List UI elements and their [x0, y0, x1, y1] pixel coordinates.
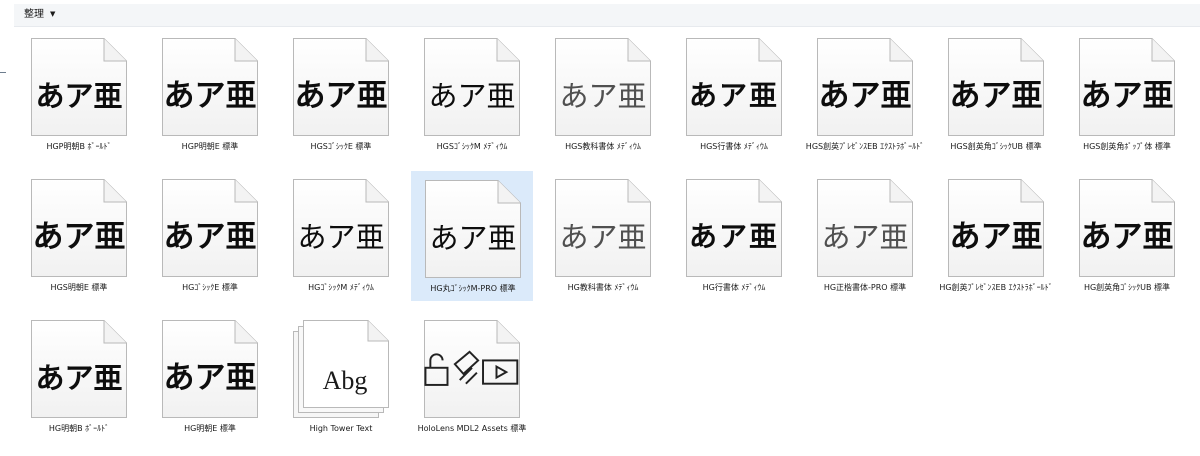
font-preview-thumbnail: あア亜 — [161, 178, 259, 278]
font-file-tile[interactable]: あア亜 HG行書体 ﾒﾃﾞｨｳﾑ — [673, 171, 795, 301]
font-sample-text: あア亜 — [294, 78, 388, 114]
font-sample-text: あア亜 — [821, 220, 909, 254]
font-file-tile[interactable]: あア亜 HGS行書体 ﾒﾃﾞｨｳﾑ — [673, 30, 795, 160]
font-file-tile[interactable]: あア亜 HGS明朝E 標準 — [18, 171, 140, 301]
font-file-name: HGS創英角ｺﾞｼｯｸUB 標準 — [950, 142, 1042, 151]
font-file-name: HGSｺﾞｼｯｸE 標準 — [310, 142, 372, 151]
font-sample-text: あア亜 — [688, 220, 779, 253]
font-file-name: HG明朝E 標準 — [184, 424, 236, 433]
font-file-tile[interactable]: あア亜 HGSｺﾞｼｯｸE 標準 — [280, 30, 402, 160]
font-file-tile[interactable]: HoloLens MDL2 Assets 標準 — [411, 312, 533, 442]
font-sample-text: あア亜 — [35, 79, 123, 113]
font-file-tile[interactable]: あア亜 HG創英ﾌﾟﾚｾﾞﾝｽEB ｴｸｽﾄﾗﾎﾞｰﾙﾄﾞ — [935, 171, 1057, 301]
font-preview-thumbnail: Abg — [292, 319, 390, 419]
font-file-tile[interactable]: あア亜 HG正楷書体-PRO 標準 — [804, 171, 926, 301]
font-file-name: HoloLens MDL2 Assets 標準 — [417, 424, 527, 433]
font-file-name: HGSｺﾞｼｯｸM ﾒﾃﾞｨｳﾑ — [436, 142, 508, 151]
font-preview-thumbnail: あア亜 — [30, 178, 128, 278]
organize-button[interactable]: 整理 ▼ — [24, 4, 55, 26]
font-sample-text: あア亜 — [35, 361, 123, 395]
font-file-tile[interactable]: あア亜 HGｺﾞｼｯｸM ﾒﾃﾞｨｳﾑ — [280, 171, 402, 301]
font-file-tile[interactable]: あア亜 HG明朝E 標準 — [149, 312, 271, 442]
font-sample-text: あア亜 — [429, 221, 517, 255]
font-preview-thumbnail: あア亜 — [161, 37, 259, 137]
font-file-name: HGS教科書体 ﾒﾃﾞｨｳﾑ — [565, 142, 641, 151]
font-preview-thumbnail: あア亜 — [816, 37, 914, 137]
font-sample-text: あア亜 — [818, 78, 912, 114]
font-file-name: HG創英ﾌﾟﾚｾﾞﾝｽEB ｴｸｽﾄﾗﾎﾞｰﾙﾄﾞ — [939, 283, 1053, 292]
command-bar: 整理 ▼ — [14, 4, 1200, 27]
font-preview-thumbnail — [423, 319, 521, 419]
chevron-down-icon: ▼ — [50, 10, 56, 18]
font-file-tile[interactable]: あア亜 HGP明朝E 標準 — [149, 30, 271, 160]
font-preview-thumbnail: あア亜 — [554, 37, 652, 137]
font-sample-text: あア亜 — [163, 219, 257, 255]
font-file-name: High Tower Text — [309, 424, 373, 433]
font-sample-text: あア亜 — [1080, 219, 1174, 255]
font-file-tile[interactable]: あア亜 HGS創英ﾌﾟﾚｾﾞﾝｽEB ｴｸｽﾄﾗﾎﾞｰﾙﾄﾞ — [804, 30, 926, 160]
font-preview-thumbnail: あア亜 — [30, 37, 128, 137]
font-file-tile[interactable]: あア亜 HG明朝B ﾎﾞｰﾙﾄﾞ — [18, 312, 140, 442]
font-preview-thumbnail: あア亜 — [1078, 178, 1176, 278]
font-preview-thumbnail: あア亜 — [554, 178, 652, 278]
font-file-tile[interactable]: あア亜 HGS創英角ｺﾞｼｯｸUB 標準 — [935, 30, 1057, 160]
font-file-name: HGS行書体 ﾒﾃﾞｨｳﾑ — [700, 142, 768, 151]
font-preview-thumbnail: あア亜 — [424, 179, 522, 279]
font-file-name: HGS創英角ﾎﾟｯﾌﾟ体 標準 — [1083, 142, 1171, 151]
font-sample-text: あア亜 — [949, 219, 1043, 255]
font-sample-text: あア亜 — [163, 78, 257, 114]
font-preview-thumbnail: あア亜 — [292, 178, 390, 278]
font-preview-thumbnail: あア亜 — [947, 37, 1045, 137]
font-file-name: HGｺﾞｼｯｸM ﾒﾃﾞｨｳﾑ — [308, 283, 374, 292]
font-sample-text: あア亜 — [32, 219, 126, 255]
font-sample-text: あア亜 — [428, 79, 516, 113]
font-file-name: HG教科書体 ﾒﾃﾞｨｳﾑ — [567, 283, 639, 292]
font-sample-text: あア亜 — [1080, 78, 1174, 114]
font-preview-thumbnail: あア亜 — [161, 319, 259, 419]
font-file-tile[interactable]: あア亜 HG丸ｺﾞｼｯｸM-PRO 標準 — [411, 171, 533, 301]
font-sample-text: あア亜 — [559, 220, 647, 254]
font-preview-thumbnail: あア亜 — [947, 178, 1045, 278]
font-file-name: HGP明朝B ﾎﾞｰﾙﾄﾞ — [46, 142, 112, 151]
font-file-name: HG丸ｺﾞｼｯｸM-PRO 標準 — [430, 284, 516, 293]
font-file-tile[interactable]: あア亜 HGS創英角ﾎﾟｯﾌﾟ体 標準 — [1066, 30, 1188, 160]
font-file-tile[interactable]: あア亜 HG創英角ｺﾞｼｯｸUB 標準 — [1066, 171, 1188, 301]
font-sample-text: あア亜 — [559, 79, 647, 113]
hololens-mdl2-glyphs-icon — [424, 350, 519, 386]
font-file-tile[interactable]: あア亜 HG教科書体 ﾒﾃﾞｨｳﾑ — [542, 171, 664, 301]
font-preview-thumbnail: あア亜 — [685, 178, 783, 278]
font-preview-thumbnail: あア亜 — [423, 37, 521, 137]
font-preview-thumbnail: あア亜 — [1078, 37, 1176, 137]
font-file-name: HGS明朝E 標準 — [50, 283, 108, 292]
font-file-tile[interactable]: あア亜 HGSｺﾞｼｯｸM ﾒﾃﾞｨｳﾑ — [411, 30, 533, 160]
font-sample-text: あア亜 — [949, 78, 1043, 114]
font-sample-text: あア亜 — [163, 360, 257, 396]
font-sample-text: Abg — [322, 366, 368, 395]
font-file-tile[interactable]: あア亜 HGｺﾞｼｯｸE 標準 — [149, 171, 271, 301]
font-preview-thumbnail: あア亜 — [685, 37, 783, 137]
font-file-tile[interactable]: あア亜 HGP明朝B ﾎﾞｰﾙﾄﾞ — [18, 30, 140, 160]
font-sample-text: あア亜 — [297, 220, 385, 254]
organize-label: 整理 — [24, 9, 44, 20]
font-file-name: HGS創英ﾌﾟﾚｾﾞﾝｽEB ｴｸｽﾄﾗﾎﾞｰﾙﾄﾞ — [805, 142, 925, 151]
font-preview-thumbnail: あア亜 — [816, 178, 914, 278]
font-file-name: HG創英角ｺﾞｼｯｸUB 標準 — [1083, 283, 1171, 292]
font-file-name: HG行書体 ﾒﾃﾞｨｳﾑ — [702, 283, 766, 292]
font-file-tile[interactable]: Abg High Tower Text — [280, 312, 402, 442]
font-file-tile[interactable]: あア亜 HGS教科書体 ﾒﾃﾞｨｳﾑ — [542, 30, 664, 160]
font-file-name: HG明朝B ﾎﾞｰﾙﾄﾞ — [48, 424, 110, 433]
font-file-name: HGｺﾞｼｯｸE 標準 — [182, 283, 238, 292]
font-sample-text: あア亜 — [688, 79, 779, 112]
font-file-name: HG正楷書体-PRO 標準 — [823, 283, 907, 292]
font-preview-thumbnail: あア亜 — [292, 37, 390, 137]
nav-pane-edge — [0, 72, 6, 73]
font-preview-thumbnail: あア亜 — [30, 319, 128, 419]
font-file-name: HGP明朝E 標準 — [181, 142, 239, 151]
